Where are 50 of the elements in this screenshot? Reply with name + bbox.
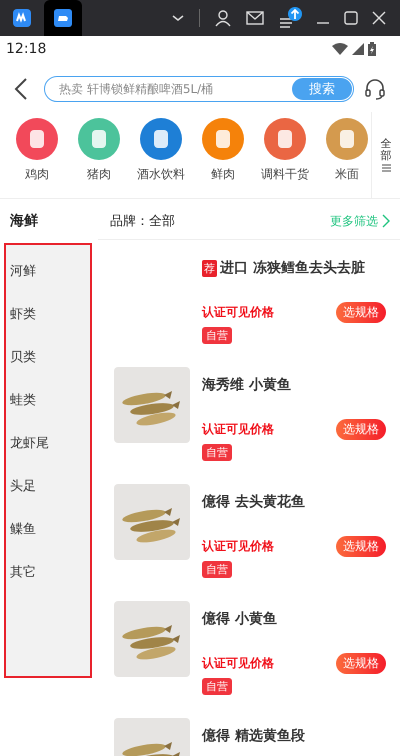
back-icon[interactable] bbox=[14, 78, 28, 100]
product-name[interactable]: 億得 小黄鱼 bbox=[202, 607, 386, 631]
self-operated-tag: 自营 bbox=[202, 327, 232, 344]
select-spec-button[interactable]: 选规格 bbox=[336, 536, 386, 557]
menu-update-icon[interactable] bbox=[278, 7, 302, 29]
category-title: 海鲜 bbox=[10, 212, 39, 230]
category-item[interactable]: 调料干货 bbox=[256, 112, 314, 198]
bear-logo-icon bbox=[54, 9, 72, 27]
self-operated-tag: 自营 bbox=[202, 678, 232, 695]
product-name[interactable]: 荐 进口 冻狭鳕鱼去头去脏 bbox=[202, 256, 386, 280]
product-name[interactable]: 億得 去头黄花鱼 bbox=[202, 490, 386, 514]
sidebar-item[interactable]: 贝类 bbox=[6, 335, 90, 378]
self-operated-tag: 自营 bbox=[202, 561, 232, 578]
price-notice: 认证可见价格 bbox=[202, 538, 274, 555]
sidebar-item[interactable]: 头足 bbox=[6, 464, 90, 507]
price-notice: 认证可见价格 bbox=[202, 421, 274, 438]
sidebar-item[interactable]: 龙虾尾 bbox=[6, 421, 90, 464]
recommend-badge: 荐 bbox=[202, 260, 217, 276]
product-name[interactable]: 億得 精选黄鱼段 bbox=[202, 724, 386, 748]
category-item[interactable]: 猪肉 bbox=[70, 112, 128, 198]
sidebar-item[interactable]: 河鲜 bbox=[6, 249, 90, 292]
price-notice: 认证可见价格 bbox=[202, 304, 274, 321]
close-icon[interactable] bbox=[372, 11, 386, 25]
status-time: 12:18 bbox=[6, 41, 46, 57]
sidebar-item[interactable]: 其它 bbox=[6, 550, 90, 593]
app-tab[interactable] bbox=[44, 0, 82, 36]
mail-icon[interactable] bbox=[246, 11, 264, 25]
category-item[interactable]: 鲜肉 bbox=[194, 112, 252, 198]
select-spec-button[interactable]: 选规格 bbox=[336, 302, 386, 323]
signal-icon bbox=[352, 43, 364, 55]
chevron-down-icon[interactable] bbox=[171, 13, 185, 23]
sidebar-item[interactable]: 蛙类 bbox=[6, 378, 90, 421]
select-spec-button[interactable]: 选规格 bbox=[336, 419, 386, 440]
category-item[interactable]: 酒水饮料 bbox=[132, 112, 190, 198]
sidebar-item[interactable]: 虾类 bbox=[6, 292, 90, 335]
headset-icon[interactable] bbox=[364, 78, 386, 100]
list-icon bbox=[382, 164, 390, 172]
product-name[interactable]: 海秀维 小黄鱼 bbox=[202, 373, 386, 397]
wifi-icon bbox=[332, 43, 348, 55]
maximize-icon[interactable] bbox=[344, 11, 358, 25]
select-spec-button[interactable]: 选规格 bbox=[336, 653, 386, 674]
brand-filter[interactable]: 品牌：全部 bbox=[110, 212, 175, 230]
user-icon[interactable] bbox=[214, 9, 232, 27]
battery-icon bbox=[368, 42, 376, 56]
sidebar-item[interactable]: 鲽鱼 bbox=[6, 507, 90, 550]
category-item[interactable]: 鸡肉 bbox=[8, 112, 66, 198]
all-categories-button[interactable]: 全部 bbox=[371, 112, 400, 198]
self-operated-tag: 自营 bbox=[202, 444, 232, 461]
price-notice: 认证可见价格 bbox=[202, 655, 274, 672]
app-logo-icon bbox=[13, 9, 31, 27]
